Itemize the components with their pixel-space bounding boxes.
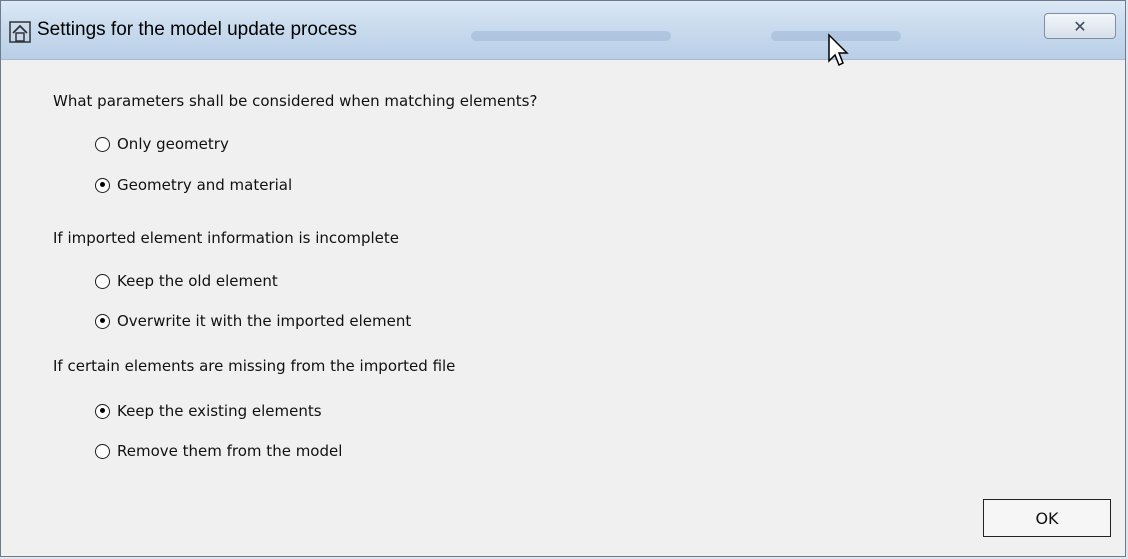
radio-geometry-and-material[interactable]: Geometry and material xyxy=(95,174,292,196)
close-icon: ✕ xyxy=(1073,16,1087,36)
radio-label: Keep the old element xyxy=(117,272,278,290)
radio-keep-existing[interactable]: Keep the existing elements xyxy=(95,400,322,422)
radio-only-geometry[interactable]: Only geometry xyxy=(95,133,229,155)
radio-keep-old-element[interactable]: Keep the old element xyxy=(95,270,278,292)
radio-circle xyxy=(95,273,110,289)
settings-dialog: Settings for the model update process ✕ … xyxy=(0,0,1126,557)
radio-circle xyxy=(95,403,110,419)
radio-circle xyxy=(95,177,110,193)
radio-label: Geometry and material xyxy=(117,176,293,194)
background-blur xyxy=(471,31,671,41)
house-icon xyxy=(9,21,31,43)
radio-remove-from-model[interactable]: Remove them from the model xyxy=(95,440,342,462)
radio-circle xyxy=(95,443,110,459)
radio-circle xyxy=(95,313,110,329)
dialog-title: Settings for the model update process xyxy=(37,19,358,40)
radio-label: Remove them from the model xyxy=(117,442,343,460)
radio-label: Only geometry xyxy=(117,135,229,153)
question-matching: What parameters shall be considered when… xyxy=(53,92,538,110)
dialog-body: What parameters shall be considered when… xyxy=(1,60,1125,556)
ok-button[interactable]: OK xyxy=(983,499,1111,537)
radio-overwrite-imported[interactable]: Overwrite it with the imported element xyxy=(95,310,411,332)
title-bar[interactable]: Settings for the model update process ✕ xyxy=(1,1,1125,60)
radio-label: Keep the existing elements xyxy=(117,402,322,420)
question-missing: If certain elements are missing from the… xyxy=(53,357,456,375)
radio-label: Overwrite it with the imported element xyxy=(117,312,412,330)
radio-circle xyxy=(95,136,110,152)
close-button[interactable]: ✕ xyxy=(1044,13,1116,39)
question-incomplete: If imported element information is incom… xyxy=(53,229,399,247)
